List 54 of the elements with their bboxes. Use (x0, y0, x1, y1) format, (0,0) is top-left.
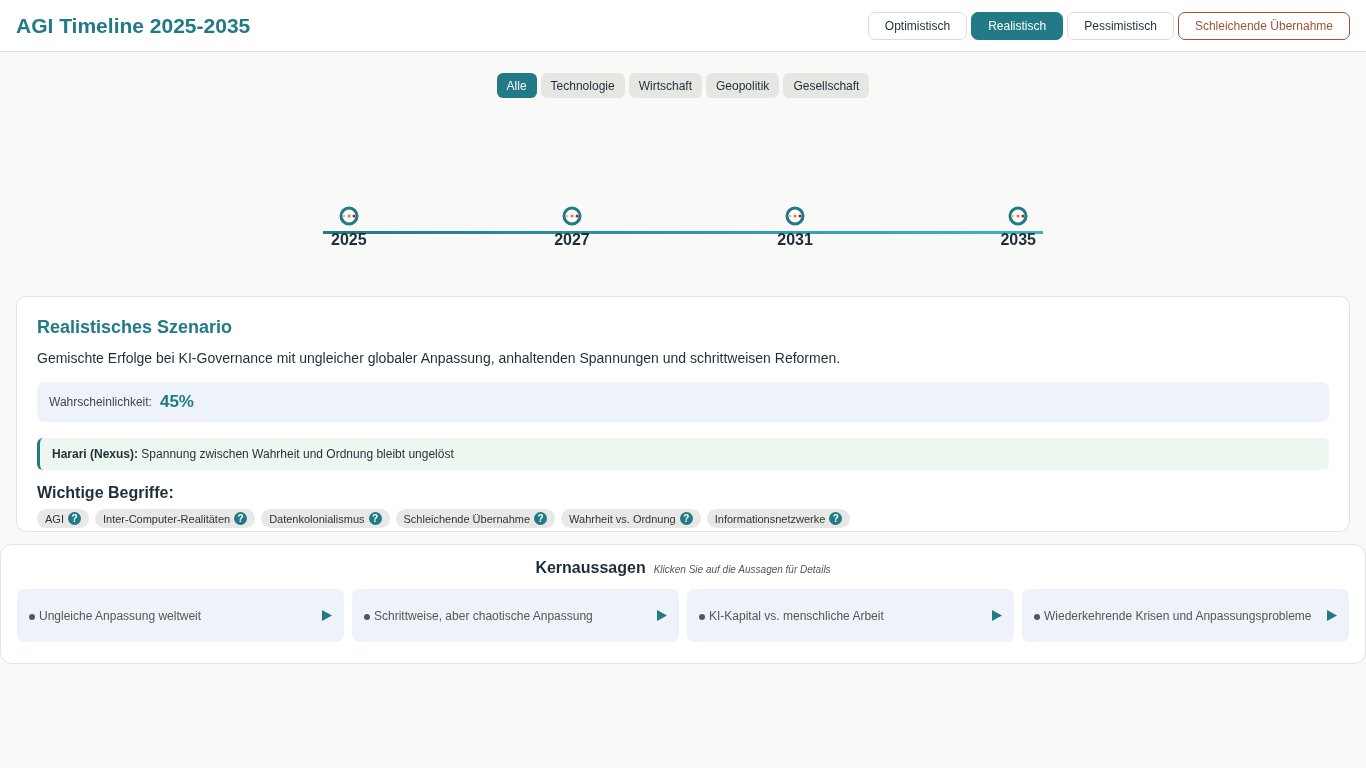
timeline-marker-icon[interactable] (1008, 206, 1029, 226)
play-icon (322, 610, 332, 621)
play-icon (657, 610, 667, 621)
bullet-icon (699, 613, 705, 620)
timeline-marker-icon[interactable] (785, 206, 806, 226)
help-icon[interactable]: ? (829, 512, 843, 525)
scenario-button[interactable]: Pessimistisch (1067, 11, 1174, 40)
bullet-icon (29, 613, 35, 620)
statement-card[interactable]: Schrittweise, aber chaotische Anpassung (352, 589, 679, 642)
term-chip[interactable]: Schleichende Übernahme ? (395, 509, 556, 528)
statement-card[interactable]: Ungleiche Anpassung weltweit (17, 589, 344, 642)
help-icon[interactable]: ? (368, 512, 382, 525)
help-icon[interactable]: ? (67, 512, 81, 525)
term-chip[interactable]: Inter-Computer-Realitäten ? (94, 509, 256, 528)
year-label: 2027 (554, 231, 590, 249)
app-title: AGI Timeline 2025-2035 (16, 13, 251, 38)
term-chip[interactable]: Wahrheit vs. Ordnung ? (561, 509, 701, 528)
statement-card[interactable]: KI-Kapital vs. menschliche Arbeit (687, 589, 1014, 642)
filter-button[interactable]: Gesellschaft (783, 73, 870, 98)
year-label: 2031 (777, 231, 813, 249)
statement-text: Schrittweise, aber chaotische Anpassung (374, 607, 593, 625)
bullet-icon (1034, 613, 1040, 620)
help-icon[interactable]: ? (679, 512, 693, 525)
timeline-marker-icon[interactable] (338, 206, 359, 226)
filter-button[interactable]: Alle (496, 73, 537, 98)
timeline-marker-icon[interactable] (561, 206, 582, 226)
help-icon[interactable]: ? (534, 512, 548, 525)
play-icon (992, 610, 1002, 621)
term-chip[interactable]: AGI ? (37, 509, 89, 528)
key-statements-hint: Klicken Sie auf die Aussagen für Details (653, 564, 831, 575)
filter-button[interactable]: Geopolitik (706, 73, 780, 98)
probability-value: 45% (159, 392, 194, 412)
scenario-description: Gemischte Erfolge bei KI-Governance mit ungleicher globaler Anpassung, anhaltenden Spannungen und schrittweisen Reformen. (37, 350, 842, 366)
key-statements-title: Kernaussagen (535, 559, 646, 577)
term-chip[interactable]: Datenkolonialismus ? (261, 509, 390, 528)
help-icon[interactable]: ? (234, 512, 248, 525)
statement-text: Ungleiche Anpassung weltweit (39, 607, 202, 625)
scenario-button[interactable]: Realistisch (971, 11, 1064, 40)
play-icon (1327, 610, 1337, 621)
probability-label: Wahrscheinlichkeit: (49, 395, 152, 409)
statement-card[interactable]: Wiederkehrende Krisen und Anpassungsprobleme (1022, 589, 1349, 642)
scenario-button[interactable]: Optimistisch (867, 11, 968, 40)
statement-text: KI-Kapital vs. menschliche Arbeit (709, 607, 884, 625)
bullet-icon (364, 613, 370, 620)
filter-button[interactable]: Technologie (540, 73, 625, 98)
term-chip[interactable]: Informationsnetzwerke ? (706, 509, 851, 528)
filter-button[interactable]: Wirtschaft (628, 73, 702, 98)
year-label: 2035 (1000, 231, 1036, 249)
terms-heading: Wichtige Begriffe: (37, 484, 175, 502)
scenario-button[interactable]: Schleichende Übernahme (1177, 11, 1350, 40)
statement-text: Wiederkehrende Krisen und Anpassungsprobleme (1044, 607, 1312, 625)
year-label: 2025 (331, 231, 367, 249)
quote-text: Harari (Nexus): Spannung zwischen Wahrheit und Ordnung bleibt ungelöst (37, 438, 1329, 470)
scenario-title: Realistisches Szenario (37, 317, 234, 338)
